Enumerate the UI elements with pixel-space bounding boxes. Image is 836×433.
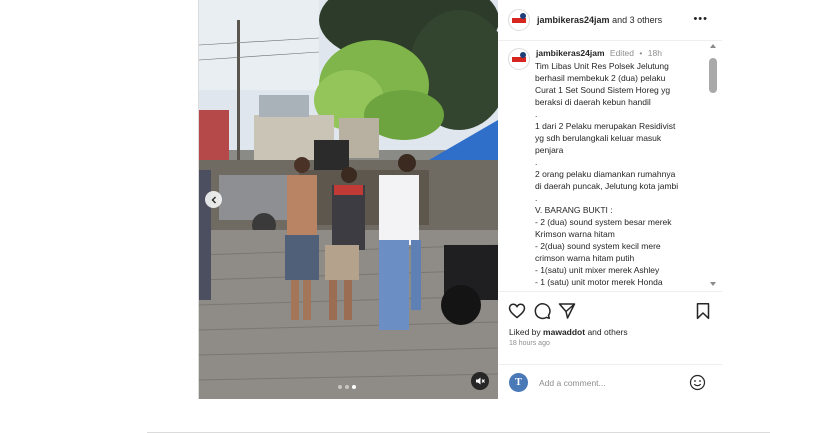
caption-line: . (535, 109, 538, 119)
likes-suffix[interactable]: and others (587, 327, 627, 337)
caption-line: penjara (535, 145, 564, 155)
carousel-indicator (338, 385, 356, 389)
caption-time: 18h (647, 48, 662, 58)
post-actions: Liked by mawaddot and others 18 hours ag… (498, 291, 722, 399)
caption-line: 2 orang pelaku diamankan rumahnya (535, 169, 676, 179)
jambikeras-logo-icon (512, 52, 526, 62)
caption-author-avatar[interactable] (508, 48, 530, 70)
caption-area: jambikeras24jam Edited • 18h Tim Libas U… (498, 42, 722, 290)
jambikeras-logo-icon (510, 11, 528, 29)
likes-user[interactable]: mawaddot (543, 327, 585, 337)
caption-line: berhasil membekuk 2 (dua) pelaku (535, 73, 666, 83)
chevron-left-icon (211, 196, 216, 203)
caption-line: - 1 (satu) unit motor merek Honda (535, 277, 663, 287)
caption-line: V. BARANG BUKTI : (535, 205, 613, 215)
scrollbar-thumb[interactable] (709, 58, 717, 93)
send-icon[interactable] (558, 302, 576, 320)
caption-meta: jambikeras24jam Edited • 18h (536, 48, 662, 58)
author-avatar[interactable] (508, 9, 530, 31)
more-horizontal-icon[interactable]: ••• (693, 13, 708, 25)
post-media-video[interactable] (199, 0, 498, 399)
coauthors-text[interactable]: and 3 others (612, 15, 662, 25)
caption-line: . (535, 193, 538, 203)
carousel-dot-active (352, 385, 356, 389)
caption-line: Curat 1 Set Sound Sistem Horeg yg (535, 85, 671, 95)
post-author-names[interactable]: jambikeras24jam and 3 others (537, 15, 662, 25)
comment-input[interactable]: Add a comment... (539, 378, 606, 388)
mute-toggle-button[interactable] (471, 372, 489, 390)
caption-line: . (535, 157, 538, 167)
carousel-dot (338, 385, 342, 389)
post-timestamp[interactable]: 18 hours ago (509, 340, 550, 347)
edited-label: Edited (609, 48, 635, 58)
caption-line: - 2 (dua) sound system besar merek (535, 217, 672, 227)
bullet-separator: • (639, 48, 643, 58)
action-icons-row (508, 302, 712, 322)
likes-prefix: Liked by (509, 327, 541, 337)
caption-line: Krimson warna hitam (535, 229, 615, 239)
caption-line: - 2(dua) sound system kecil mere (535, 241, 661, 251)
page: jambikeras24jam and 3 others ••• jambike… (0, 0, 836, 433)
caption-line: crimson warna hitam putih (535, 253, 635, 263)
post-header: jambikeras24jam and 3 others ••• (498, 0, 722, 41)
current-user-avatar: T (509, 373, 528, 392)
carousel-dot (345, 385, 349, 389)
likes-summary[interactable]: Liked by mawaddot and others (509, 327, 628, 337)
caption-line: - 1(satu) unit mixer merek Ashley (535, 265, 660, 275)
caption-line: 1 dari 2 Pelaku merupakan Residivist (535, 121, 676, 131)
caption-line: Tim Libas Unit Res Polsek Jelutung (535, 61, 669, 71)
caption-scrollbar[interactable] (708, 44, 718, 290)
caption-username[interactable]: jambikeras24jam (536, 48, 605, 58)
caption-line: beraksi di daerah kebun handil (535, 97, 651, 107)
volume-off-icon (476, 377, 485, 385)
author-username[interactable]: jambikeras24jam (537, 15, 610, 25)
post-side-panel: jambikeras24jam and 3 others ••• jambike… (498, 0, 722, 399)
comment-icon[interactable] (533, 302, 551, 320)
smiley-icon[interactable] (689, 374, 706, 391)
comment-bar: T Add a comment... (498, 364, 722, 400)
caption-line: yg sdh berulangkali keluar masuk (535, 133, 662, 143)
caption-text: Tim Libas Unit Res Polsek Jelutung berhas… (535, 60, 700, 288)
instagram-post: jambikeras24jam and 3 others ••• jambike… (198, 0, 722, 399)
bookmark-icon[interactable] (694, 302, 712, 320)
scroll-down-arrow-icon[interactable] (710, 282, 716, 286)
heart-icon[interactable] (508, 302, 526, 320)
caption-line: di daerah puncak, Jelutung kota jambi (535, 181, 679, 191)
carousel-prev-button[interactable] (205, 191, 222, 208)
video-frame (199, 0, 498, 399)
scroll-up-arrow-icon[interactable] (710, 44, 716, 48)
